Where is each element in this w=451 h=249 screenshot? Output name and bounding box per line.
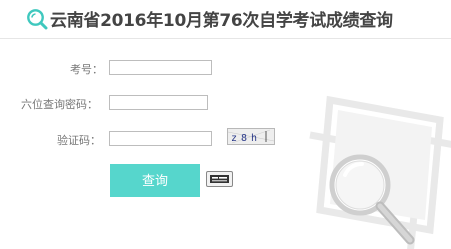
- id-card-icon[interactable]: [206, 171, 233, 187]
- page-title: 云南省2016年10月第76次自学考试成绩查询: [50, 11, 393, 31]
- query-button[interactable]: 查询: [110, 164, 200, 197]
- password-label: 六位查询密码：: [21, 98, 98, 111]
- captcha-text: z8h: [231, 133, 261, 144]
- captcha-image[interactable]: z8h: [227, 128, 275, 145]
- exam-number-input[interactable]: [109, 60, 212, 75]
- search-icon: [27, 9, 48, 30]
- header: 云南省2016年10月第76次自学考试成绩查询: [0, 0, 451, 39]
- password-input[interactable]: [109, 95, 208, 110]
- exam-number-label: 考号：: [70, 63, 103, 76]
- captcha-label: 验证码：: [57, 134, 101, 147]
- captcha-input[interactable]: [109, 131, 212, 146]
- score-query-page: 云南省2016年10月第76次自学考试成绩查询 考号： 六位查询密码： 验证码：…: [0, 0, 451, 249]
- magnifier-watermark-icon: [309, 95, 451, 249]
